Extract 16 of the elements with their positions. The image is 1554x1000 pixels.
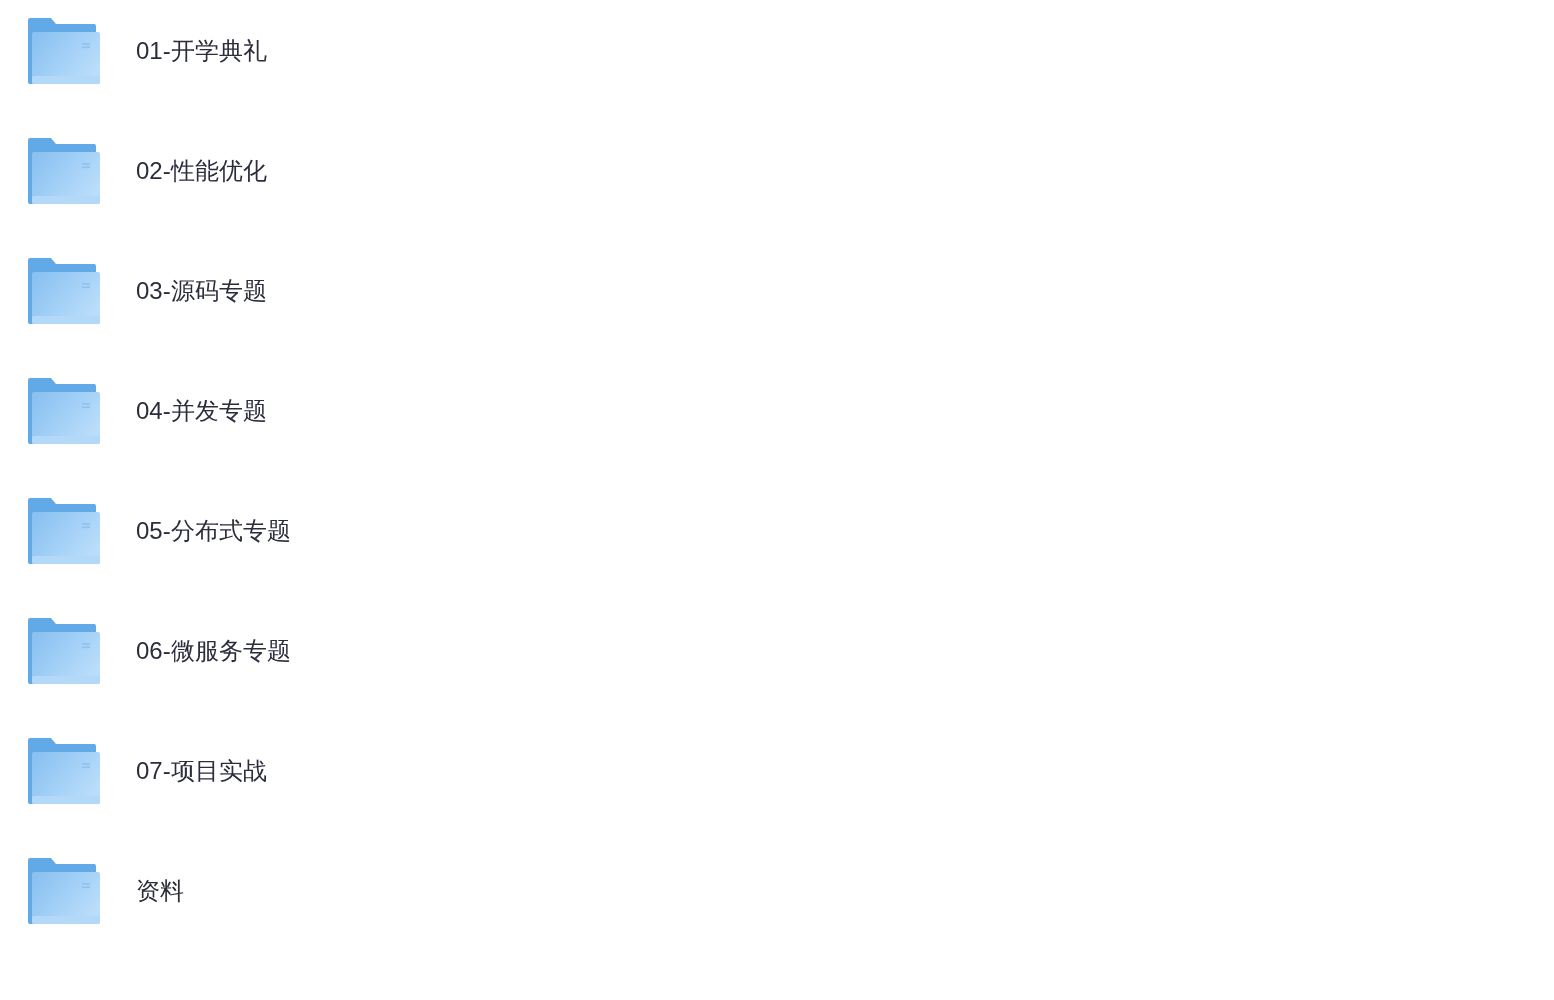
- folder-icon: [28, 138, 100, 204]
- folder-icon: [28, 738, 100, 804]
- folder-name[interactable]: 03-源码专题: [136, 275, 267, 307]
- folder-name[interactable]: 05-分布式专题: [136, 515, 291, 547]
- folder-name[interactable]: 06-微服务专题: [136, 635, 291, 667]
- folder-icon: [28, 498, 100, 564]
- folder-icon: [28, 258, 100, 324]
- folder-name[interactable]: 07-项目实战: [136, 755, 267, 787]
- folder-icon: [28, 18, 100, 84]
- folder-name[interactable]: 01-开学典礼: [136, 35, 267, 67]
- folder-name[interactable]: 02-性能优化: [136, 155, 267, 187]
- folder-name[interactable]: 资料: [136, 875, 184, 907]
- folder-icon: [28, 378, 100, 444]
- folder-icon: [28, 858, 100, 924]
- folder-name[interactable]: 04-并发专题: [136, 395, 267, 427]
- folder-icon: [28, 618, 100, 684]
